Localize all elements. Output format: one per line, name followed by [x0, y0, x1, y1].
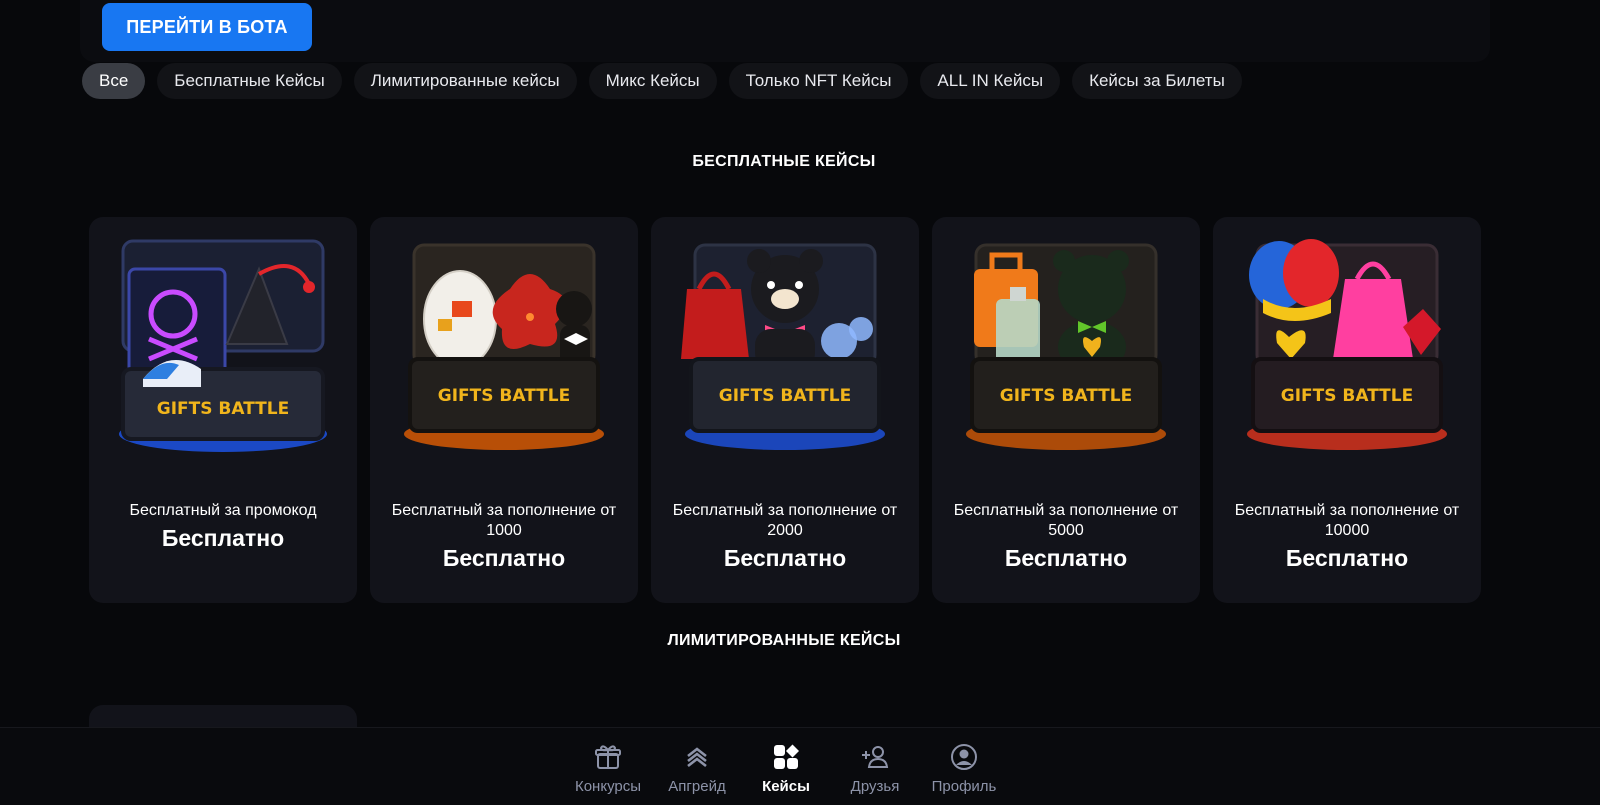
case-price: Бесплатно: [442, 545, 566, 571]
section-title-free: БЕСПЛАТНЫЕ КЕЙСЫ: [692, 153, 876, 170]
gift-icon: [595, 745, 621, 769]
nav-item-upgrade[interactable]: Апгрейд: [652, 742, 742, 795]
nav-label: Друзья: [850, 778, 900, 795]
svg-text:GIFTS BATTLE: GIFTS BATTLE: [719, 386, 851, 406]
section-title-limited: ЛИМИТИРОВАННЫЕ КЕЙСЫ: [667, 632, 901, 649]
case-image: GIFTS BATTLE: [119, 239, 327, 452]
filter-chip-tickets[interactable]: Кейсы за Билеты: [1072, 63, 1242, 99]
nav-label: Кейсы: [762, 778, 810, 795]
nav-item-profile[interactable]: Профиль: [919, 742, 1009, 795]
case-name: Бесплатный за пополнение от 1000: [391, 502, 617, 539]
add-friend-icon: [862, 746, 889, 768]
upgrade-icon: [687, 747, 707, 768]
svg-text:GIFTS BATTLE: GIFTS BATTLE: [157, 399, 289, 419]
nav-label: Апгрейд: [668, 778, 726, 795]
filter-chip-free[interactable]: Бесплатные Кейсы: [157, 63, 342, 99]
case-name: Бесплатный за пополнение от 10000: [1234, 502, 1460, 539]
cases-icon: [774, 744, 799, 769]
case-card[interactable]: GIFTS BATTLE Бесплатный за пополнение от…: [1213, 217, 1481, 603]
case-image: GIFTS BATTLE: [966, 243, 1166, 450]
case-price: Бесплатно: [161, 525, 285, 551]
filter-chip-limited[interactable]: Лимитированные кейсы: [353, 63, 577, 99]
case-price: Бесплатно: [723, 545, 847, 571]
profile-icon: [951, 744, 977, 770]
case-image: GIFTS BATTLE: [404, 243, 604, 450]
bottom-nav: Конкурсы Апгрейд Кейсы Друзья Профиль: [0, 727, 1600, 805]
filter-chip-all-in[interactable]: ALL IN Кейсы: [920, 63, 1061, 99]
case-image: GIFTS BATTLE: [681, 243, 885, 450]
nav-item-friends[interactable]: Друзья: [830, 742, 920, 795]
case-price: Бесплатно: [1004, 545, 1128, 571]
case-card[interactable]: GIFTS BATTLE Бесплатный за промокод Бесп…: [89, 217, 357, 603]
case-name: Бесплатный за пополнение от 2000: [672, 502, 898, 539]
svg-text:GIFTS BATTLE: GIFTS BATTLE: [1281, 386, 1413, 406]
svg-text:GIFTS BATTLE: GIFTS BATTLE: [438, 386, 570, 406]
svg-text:GIFTS BATTLE: GIFTS BATTLE: [1000, 386, 1132, 406]
case-card[interactable]: GIFTS BATTLE Бесплатный за пополнение от…: [932, 217, 1200, 603]
filter-chip-mix[interactable]: Микс Кейсы: [588, 63, 717, 99]
case-card[interactable]: GIFTS BATTLE Бесплатный за пополнение от…: [651, 217, 919, 603]
filter-bar: Все Бесплатные Кейсы Лимитированные кейс…: [82, 63, 1242, 99]
case-card[interactable]: GIFTS BATTLE Бесплатный за пополнение от…: [370, 217, 638, 603]
case-image: GIFTS BATTLE: [1247, 239, 1447, 450]
nav-label: Профиль: [931, 778, 997, 795]
go-to-bot-button[interactable]: ПЕРЕЙТИ В БОТА: [102, 3, 312, 51]
filter-chip-all[interactable]: Все: [82, 63, 146, 99]
filter-chip-nft[interactable]: Только NFT Кейсы: [728, 63, 909, 99]
case-name: Бесплатный за пополнение от 5000: [953, 502, 1179, 539]
nav-item-contests[interactable]: Конкурсы: [563, 742, 653, 795]
case-price: Бесплатно: [1285, 545, 1409, 571]
nav-label: Конкурсы: [574, 778, 642, 795]
nav-item-cases[interactable]: Кейсы: [741, 742, 831, 795]
free-cases-grid: GIFTS BATTLE Бесплатный за промокод Бесп…: [89, 217, 1481, 603]
case-name: Бесплатный за промокод: [129, 502, 317, 519]
